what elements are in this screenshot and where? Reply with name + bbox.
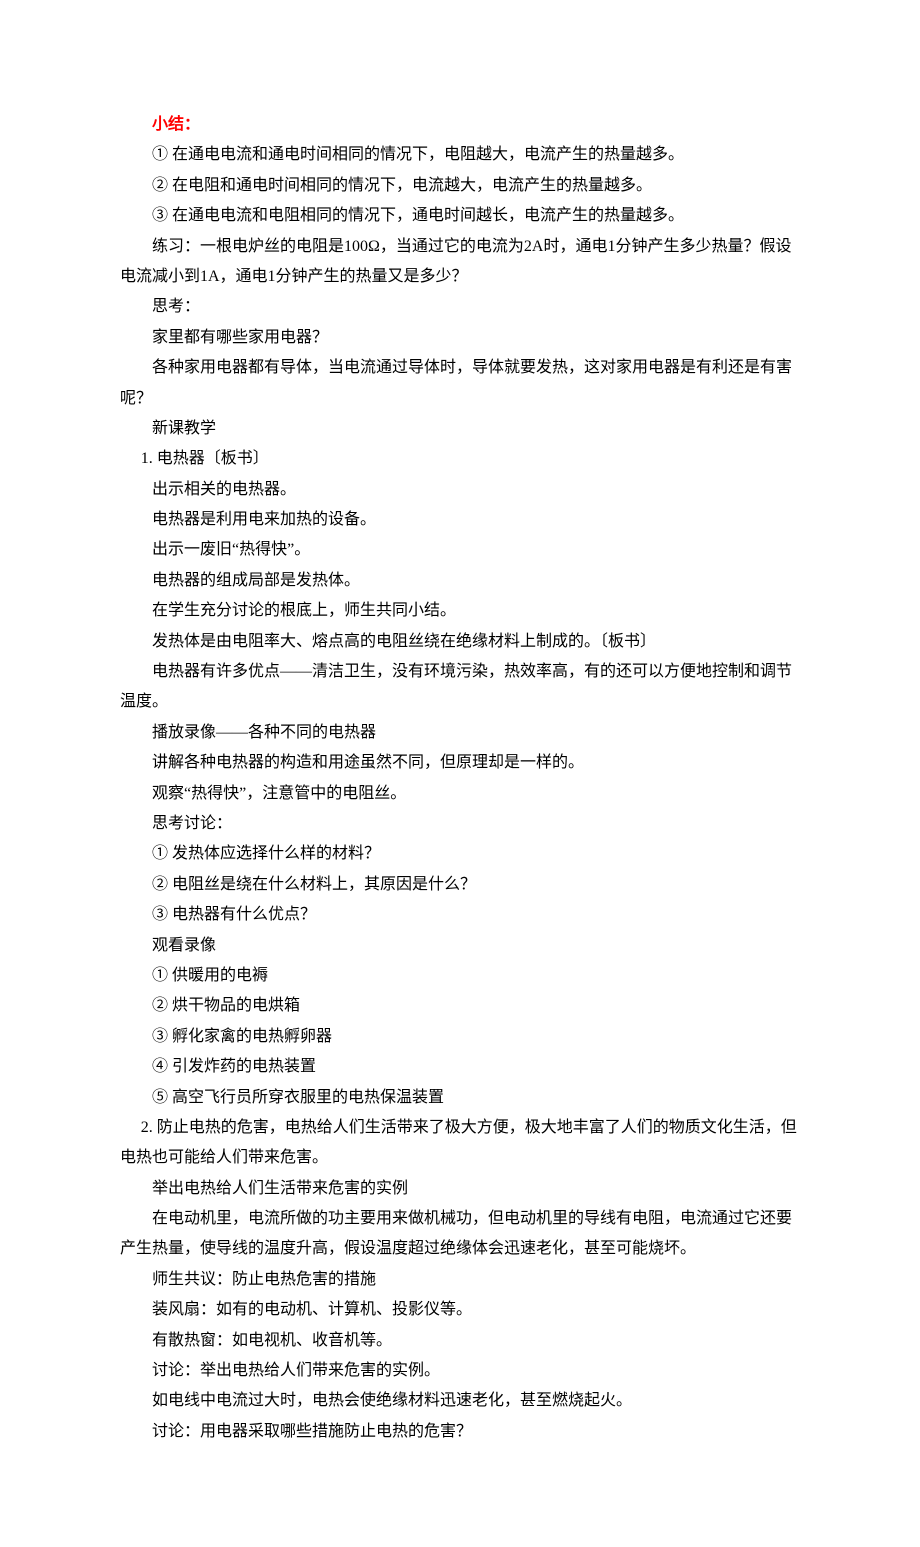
text-line: 师生共议：防止电热危害的措施 [120, 1265, 800, 1295]
text-line: 如电线中电流过大时，电热会使绝缘材料迅速老化，甚至燃烧起火。 [120, 1386, 800, 1416]
text-line: 电热器是利用电来加热的设备。 [120, 505, 800, 535]
text-line: 有散热窗：如电视机、收音机等。 [120, 1326, 800, 1356]
text-line: ② 在电阻和通电时间相同的情况下，电流越大，电流产生的热量越多。 [120, 171, 800, 201]
text-line: 小结： [120, 110, 800, 140]
text-line: 播放录像——各种不同的电热器 [120, 718, 800, 748]
text-line: ② 烘干物品的电烘箱 [120, 991, 800, 1021]
text-line: 家里都有哪些家用电器？ [120, 323, 800, 353]
document-body: 小结：① 在通电电流和通电时间相同的情况下，电阻越大，电流产生的热量越多。② 在… [120, 110, 800, 1447]
text-line: ③ 孵化家禽的电热孵卵器 [120, 1022, 800, 1052]
text-line: 举出电热给人们生活带来危害的实例 [120, 1174, 800, 1204]
text-line: 各种家用电器都有导体，当电流通过导体时，导体就要发热，这对家用电器是有利还是有害… [120, 353, 800, 414]
text-line: 练习：一根电炉丝的电阻是100Ω，当通过它的电流为2A时，通电1分钟产生多少热量… [120, 232, 800, 293]
text-line: ① 供暖用的电褥 [120, 961, 800, 991]
text-line: 出示一废旧“热得快”。 [120, 535, 800, 565]
text-line: 观察“热得快”，注意管中的电阻丝。 [120, 779, 800, 809]
text-line: 讲解各种电热器的构造和用途虽然不同，但原理却是一样的。 [120, 748, 800, 778]
text-line: 电热器的组成局部是发热体。 [120, 566, 800, 596]
text-line: ① 发热体应选择什么样的材料？ [120, 839, 800, 869]
text-line: 在电动机里，电流所做的功主要用来做机械功，但电动机里的导线有电阻，电流通过它还要… [120, 1204, 800, 1265]
document-page: 小结：① 在通电电流和通电时间相同的情况下，电阻越大，电流产生的热量越多。② 在… [0, 0, 920, 1547]
text-line: 装风扇：如有的电动机、计算机、投影仪等。 [120, 1295, 800, 1325]
text-line: ③ 在通电电流和电阻相同的情况下，通电时间越长，电流产生的热量越多。 [120, 201, 800, 231]
text-line: 发热体是由电阻率大、熔点高的电阻丝绕在绝缘材料上制成的。〔板书〕 [120, 627, 800, 657]
text-line: 电热器有许多优点——清洁卫生，没有环境污染，热效率高，有的还可以方便地控制和调节… [120, 657, 800, 718]
text-line: ① 在通电电流和通电时间相同的情况下，电阻越大，电流产生的热量越多。 [120, 140, 800, 170]
text-line: 讨论：举出电热给人们带来危害的实例。 [120, 1356, 800, 1386]
text-line: ④ 引发炸药的电热装置 [120, 1052, 800, 1082]
text-line: 出示相关的电热器。 [120, 475, 800, 505]
text-line: 思考： [120, 292, 800, 322]
text-line: 2. 防止电热的危害，电热给人们生活带来了极大方便，极大地丰富了人们的物质文化生… [120, 1113, 800, 1174]
text-line: 观看录像 [120, 931, 800, 961]
text-line: 1. 电热器〔板书〕 [120, 444, 800, 474]
text-line: ③ 电热器有什么优点？ [120, 900, 800, 930]
text-line: ⑤ 高空飞行员所穿衣服里的电热保温装置 [120, 1083, 800, 1113]
text-line: 新课教学 [120, 414, 800, 444]
text-line: ② 电阻丝是绕在什么材料上，其原因是什么？ [120, 870, 800, 900]
text-line: 思考讨论： [120, 809, 800, 839]
text-line: 讨论：用电器采取哪些措施防止电热的危害？ [120, 1417, 800, 1447]
text-line: 在学生充分讨论的根底上，师生共同小结。 [120, 596, 800, 626]
